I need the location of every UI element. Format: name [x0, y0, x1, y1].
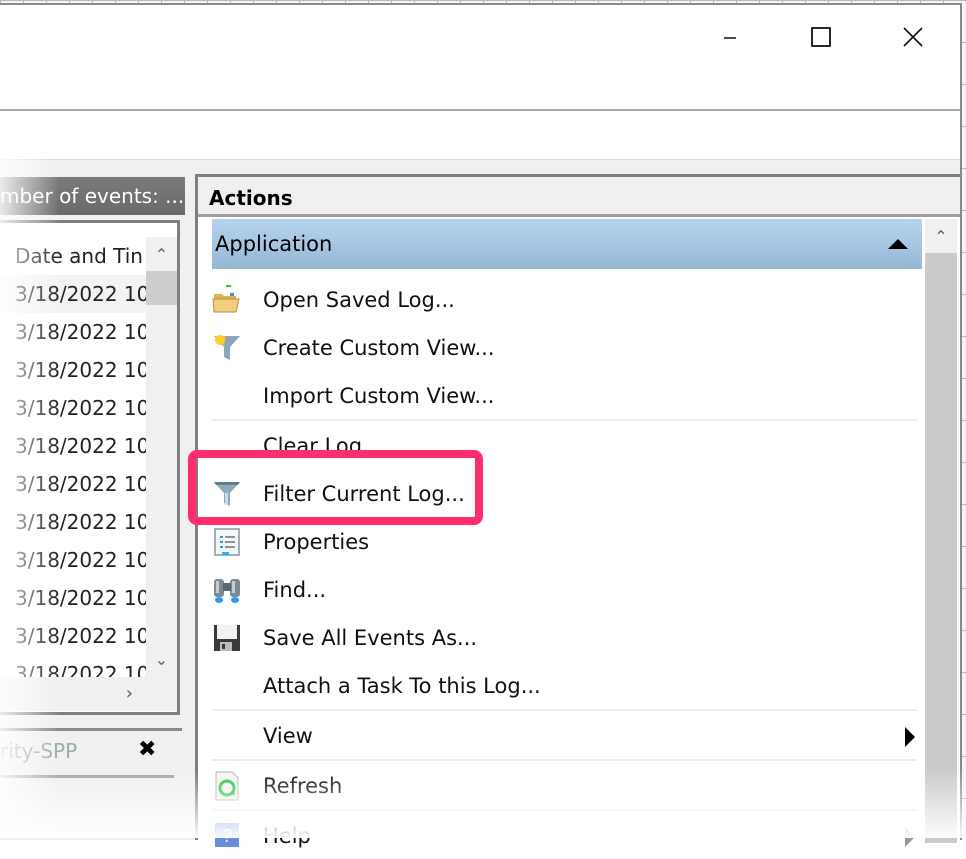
action-label: View	[263, 724, 313, 748]
menu-divider	[212, 759, 917, 761]
action-filter-current-log[interactable]: Filter Current Log...	[212, 471, 917, 517]
scroll-right-icon[interactable]: ›	[126, 677, 133, 711]
application-group-header[interactable]: Application	[212, 219, 922, 269]
help-icon: ?	[215, 823, 239, 847]
details-divider	[0, 775, 174, 778]
action-label: Properties	[263, 530, 370, 554]
event-row[interactable]: 3/18/2022 10	[0, 313, 146, 351]
event-viewer-window: mber of events: ... Date and Tin 3/18/20…	[0, 3, 962, 848]
action-save-all-events-as[interactable]: Save All Events As...	[212, 615, 917, 661]
action-properties[interactable]: Properties	[212, 519, 917, 565]
event-row[interactable]: 3/18/2022 10	[0, 427, 146, 465]
action-label: Create Custom View...	[263, 336, 495, 360]
refresh-icon	[215, 771, 239, 801]
action-label: Find...	[263, 578, 327, 602]
scroll-up-icon[interactable]: ⌃	[925, 219, 957, 253]
title-bar	[0, 5, 960, 109]
events-horizontal-scrollbar[interactable]: ›	[0, 677, 177, 711]
close-button[interactable]	[890, 17, 936, 57]
event-count-header: mber of events: ...	[0, 177, 185, 215]
close-icon	[903, 27, 923, 47]
content-area: mber of events: ... Date and Tin 3/18/20…	[0, 160, 960, 848]
event-row[interactable]: 3/18/2022 10	[0, 541, 146, 579]
details-tab-title: rity-SPP	[0, 739, 78, 763]
action-view[interactable]: View	[212, 713, 917, 759]
action-create-custom-view[interactable]: Create Custom View...	[212, 325, 917, 371]
column-header-date-time[interactable]: Date and Tin	[0, 237, 146, 275]
action-clear-log[interactable]: Clear Log...	[212, 423, 917, 469]
submenu-arrow-icon	[905, 727, 915, 747]
close-details-icon[interactable]: ✖	[138, 737, 156, 762]
event-details-pane: rity-SPP ✖	[0, 728, 182, 838]
floppy-disk-icon	[214, 625, 240, 651]
action-label: Filter Current Log...	[263, 482, 465, 506]
event-row[interactable]: 3/18/2022 10	[0, 579, 146, 617]
action-label: Open Saved Log...	[263, 288, 455, 312]
action-label: Import Custom View...	[263, 384, 495, 408]
scroll-up-icon[interactable]: ⌃	[146, 237, 177, 271]
event-row[interactable]: 3/18/2022 10	[0, 503, 146, 541]
scroll-down-icon[interactable]: ⌄	[146, 642, 177, 676]
event-row[interactable]: 3/18/2022 10	[0, 351, 146, 389]
action-label: Help	[263, 824, 311, 848]
actions-title: Actions	[198, 177, 960, 217]
action-open-saved-log[interactable]: Open Saved Log...	[212, 277, 917, 323]
action-label: Clear Log...	[263, 434, 383, 458]
action-help[interactable]: ? Help	[212, 813, 917, 859]
maximize-icon	[811, 27, 831, 47]
event-row[interactable]: 3/18/2022 10	[0, 275, 146, 313]
filter-icon	[214, 482, 240, 506]
events-vertical-scrollbar[interactable]: ⌃ ⌄	[146, 237, 177, 677]
minimize-icon	[724, 37, 736, 39]
event-row[interactable]: 3/18/2022 10	[0, 465, 146, 503]
actions-pane: Actions Application ⌃ Open Saved Log...	[195, 174, 960, 848]
maximize-button[interactable]	[798, 17, 844, 57]
collapse-triangle-icon[interactable]	[888, 239, 908, 249]
scroll-thumb[interactable]	[146, 271, 177, 305]
folder-open-icon	[212, 285, 240, 313]
event-row[interactable]: 3/18/2022 10	[0, 655, 146, 677]
actions-vertical-scrollbar[interactable]: ⌃	[925, 219, 957, 843]
menu-divider	[212, 809, 917, 811]
svg-text:?: ?	[222, 826, 232, 846]
event-row[interactable]: 3/18/2022 10	[0, 617, 146, 655]
menu-divider	[212, 709, 917, 711]
submenu-arrow-icon	[905, 827, 915, 847]
action-import-custom-view[interactable]: Import Custom View...	[212, 373, 917, 419]
group-label: Application	[215, 232, 333, 256]
binoculars-icon	[214, 579, 240, 603]
action-label: Save All Events As...	[263, 626, 478, 650]
action-label: Refresh	[263, 774, 343, 798]
filter-create-icon	[214, 335, 240, 360]
properties-icon	[214, 528, 240, 556]
action-label: Attach a Task To this Log...	[263, 674, 541, 698]
event-row[interactable]: 3/18/2022 10	[0, 389, 146, 427]
events-list: Date and Tin 3/18/2022 10 3/18/2022 10 3…	[0, 220, 180, 715]
toolbar	[0, 111, 960, 160]
action-refresh[interactable]: Refresh	[212, 763, 917, 809]
action-attach-task[interactable]: Attach a Task To this Log...	[212, 663, 917, 709]
action-find[interactable]: Find...	[212, 567, 917, 613]
minimize-button[interactable]	[707, 17, 753, 57]
menu-divider	[212, 419, 917, 421]
